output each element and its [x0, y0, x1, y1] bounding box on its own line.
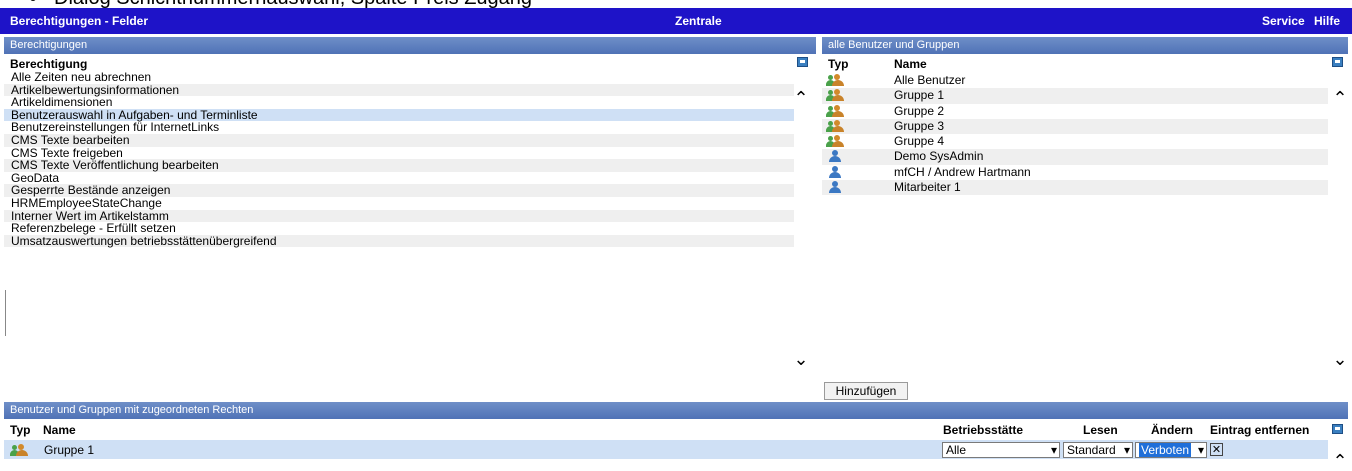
read-column-header: Lesen: [1083, 423, 1118, 437]
permission-list: Alle Zeiten neu abrechnen Artikelbewertun…: [4, 71, 794, 301]
list-item-name: Gruppe 3: [894, 118, 945, 133]
list-item[interactable]: Alle Benutzer: [822, 73, 1328, 88]
chevron-up-icon[interactable]: ⌃: [791, 89, 811, 107]
user-icon: [828, 165, 842, 179]
remove-column-header: Eintrag entfernen: [1210, 423, 1310, 437]
list-item-name: Demo SysAdmin: [894, 149, 984, 164]
list-item-name: mfCH / Andrew Hartmann: [894, 164, 1031, 179]
group-icon: [826, 119, 844, 133]
name-column-header: Name: [894, 57, 927, 71]
divider: [5, 290, 6, 336]
group-icon: [826, 104, 844, 118]
permission-item[interactable]: Referenzbelege - Erfüllt setzen: [4, 222, 794, 235]
permission-item[interactable]: Artikelbewertungsinformationen: [4, 83, 794, 97]
list-item-name: Gruppe 4: [894, 134, 945, 149]
window-title: Berechtigungen - Felder: [10, 14, 149, 28]
assigned-rights-section-header: Benutzer und Gruppen mit zugeordneten Re…: [4, 402, 1348, 419]
title-bar: Berechtigungen - Felder Zentrale Service…: [0, 8, 1352, 34]
chevron-down-icon: ▾: [1050, 443, 1057, 457]
read-select[interactable]: Standard ▾: [1063, 442, 1133, 458]
list-item[interactable]: Gruppe 2: [822, 104, 1328, 119]
list-item[interactable]: mfCH / Andrew Hartmann: [822, 165, 1328, 180]
chevron-up-icon[interactable]: ⌃: [1330, 89, 1350, 107]
user-icon: [828, 150, 842, 163]
list-item-name: Mitarbeiter 1: [894, 180, 961, 195]
list-item-name: Alle Benutzer: [894, 73, 966, 87]
list-item-name: Gruppe 2: [894, 103, 945, 118]
chevron-down-icon[interactable]: ⌄: [791, 350, 811, 368]
add-button[interactable]: Hinzufügen: [824, 382, 908, 400]
type-column-header: Typ: [10, 423, 31, 437]
table-row[interactable]: Gruppe 1 Alle ▾ Standard ▾ Verboten ▾ ✕: [4, 440, 1328, 459]
export-icon[interactable]: [1332, 424, 1343, 434]
chevron-down-icon: ▾: [1197, 443, 1204, 457]
change-select[interactable]: Verboten ▾: [1135, 442, 1207, 458]
remove-entry-button[interactable]: ✕: [1210, 443, 1223, 456]
site-column-header: Betriebsstätte: [943, 423, 1024, 437]
permission-column-header: Berechtigung: [10, 57, 88, 71]
users-groups-list: Alle Benutzer Gruppe 1 Gruppe 2 Gruppe 3 Gru…: [822, 73, 1328, 273]
export-icon[interactable]: [1332, 57, 1343, 67]
list-item[interactable]: Gruppe 1: [822, 88, 1328, 104]
location-label: Zentrale: [675, 14, 722, 28]
list-item[interactable]: Demo SysAdmin: [822, 149, 1328, 165]
list-item[interactable]: Gruppe 4: [822, 134, 1328, 149]
caption: Dialog Schichtnummernauswahl, Spalte Pre…: [0, 0, 1352, 8]
list-item-name: Gruppe 1: [894, 88, 945, 103]
user-icon: [828, 181, 842, 194]
permission-item[interactable]: CMS Texte Veröffentlichung bearbeiten: [4, 159, 794, 172]
export-icon[interactable]: [797, 57, 808, 67]
chevron-up-icon[interactable]: ⌃: [1330, 452, 1350, 470]
site-select[interactable]: Alle ▾: [942, 442, 1060, 458]
group-icon: [10, 444, 28, 457]
permission-item[interactable]: Artikeldimensionen: [4, 96, 794, 109]
row-name: Gruppe 1: [44, 443, 95, 457]
list-item[interactable]: Gruppe 3: [822, 118, 1328, 135]
permission-item[interactable]: Umsatzauswertungen betriebsstättenübergr…: [4, 235, 794, 248]
name-column-header: Name: [43, 423, 76, 437]
group-icon: [826, 74, 844, 87]
type-column-header: Typ: [828, 57, 849, 71]
help-link[interactable]: Hilfe: [1314, 14, 1340, 28]
chevron-down-icon: ▾: [1123, 443, 1130, 457]
list-item[interactable]: Mitarbeiter 1: [822, 180, 1328, 196]
service-link[interactable]: Service: [1262, 14, 1305, 28]
users-groups-section-header: alle Benutzer und Gruppen: [822, 37, 1348, 54]
change-column-header: Ändern: [1151, 423, 1193, 437]
group-icon: [826, 135, 844, 148]
permission-item[interactable]: HRMEmployeeStateChange: [4, 197, 794, 210]
permission-item[interactable]: Alle Zeiten neu abrechnen: [4, 71, 794, 84]
permissions-section-header: Berechtigungen: [4, 37, 816, 54]
group-icon: [826, 89, 844, 102]
chevron-down-icon[interactable]: ⌄: [1330, 350, 1350, 368]
permission-item[interactable]: CMS Texte bearbeiten: [4, 134, 794, 147]
